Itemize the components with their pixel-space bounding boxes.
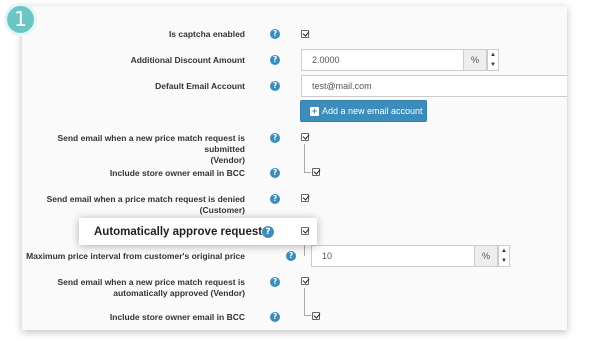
email-account-label: Default Email Account [155,81,245,91]
help-icon[interactable]: ? [270,81,280,91]
bcc-checkbox-2[interactable] [312,312,320,320]
help-icon[interactable]: ? [270,312,280,322]
help-icon[interactable]: ? [270,277,280,287]
bcc-checkbox-1[interactable] [312,168,320,176]
auto-approved-email-label-line1: Send email when a new price match reques… [57,277,245,287]
bcc-label-2: Include store owner email in BCC [109,312,245,322]
tree-connector [304,144,311,173]
auto-approved-email-label-line2: automatically approved (Vendor) [113,288,245,298]
captcha-checkbox[interactable] [301,30,309,38]
settings-panel: Is captcha enabled ? Additional Discount… [22,6,567,330]
auto-approved-email-label: Send email when a new price match reques… [57,277,245,299]
captcha-label: Is captcha enabled [168,29,245,39]
denied-email-label-line1: Send email when a price match request is… [46,194,245,204]
help-icon[interactable]: ? [286,251,296,261]
discount-unit: % [463,49,487,71]
auto-approve-checkbox[interactable] [301,227,309,235]
discount-stepper[interactable]: ▲ ▼ [487,49,499,71]
add-email-account-button[interactable]: + Add a new email account [300,100,427,122]
submitted-email-checkbox[interactable] [301,133,309,141]
denied-email-label: Send email when a price match request is… [47,194,245,216]
max-interval-stepper[interactable]: ▲ ▼ [498,245,510,267]
max-interval-unit: % [474,245,498,267]
denied-email-label-line2: (Customer) [199,205,245,215]
chevron-up-icon[interactable]: ▲ [488,50,498,60]
plus-icon: + [310,106,319,116]
email-account-select[interactable]: test@mail.com [301,75,567,97]
auto-approve-label: Automatically approve requests [94,226,269,238]
submitted-email-label-line2: (Vendor) [210,155,245,165]
bcc-label-1: Include store owner email in BCC [109,168,245,178]
help-icon[interactable]: ? [270,194,280,204]
add-email-account-label: Add a new email account [322,106,423,116]
tree-connector [304,288,311,316]
step-number-badge: 1 [4,3,37,36]
chevron-up-icon[interactable]: ▲ [499,246,509,256]
auto-approve-highlight: Automatically approve requests ? [79,218,317,245]
max-interval-input[interactable]: 10 [311,245,475,267]
chevron-down-icon[interactable]: ▼ [499,256,509,266]
help-icon[interactable]: ? [270,55,280,65]
max-interval-label: Maximum price interval from customer's o… [26,251,245,261]
auto-approved-email-checkbox[interactable] [301,277,309,285]
help-icon[interactable]: ? [262,226,274,238]
help-icon[interactable]: ? [270,133,280,143]
help-icon[interactable]: ? [270,29,280,39]
discount-label: Additional Discount Amount [130,55,245,65]
submitted-email-label: Send email when a new price match reques… [22,133,245,166]
help-icon[interactable]: ? [270,168,280,178]
submitted-email-label-line1: Send email when a new price match reques… [57,133,245,154]
discount-input[interactable]: 2.0000 [301,49,464,71]
chevron-down-icon[interactable]: ▼ [488,60,498,70]
denied-email-checkbox[interactable] [301,194,309,202]
